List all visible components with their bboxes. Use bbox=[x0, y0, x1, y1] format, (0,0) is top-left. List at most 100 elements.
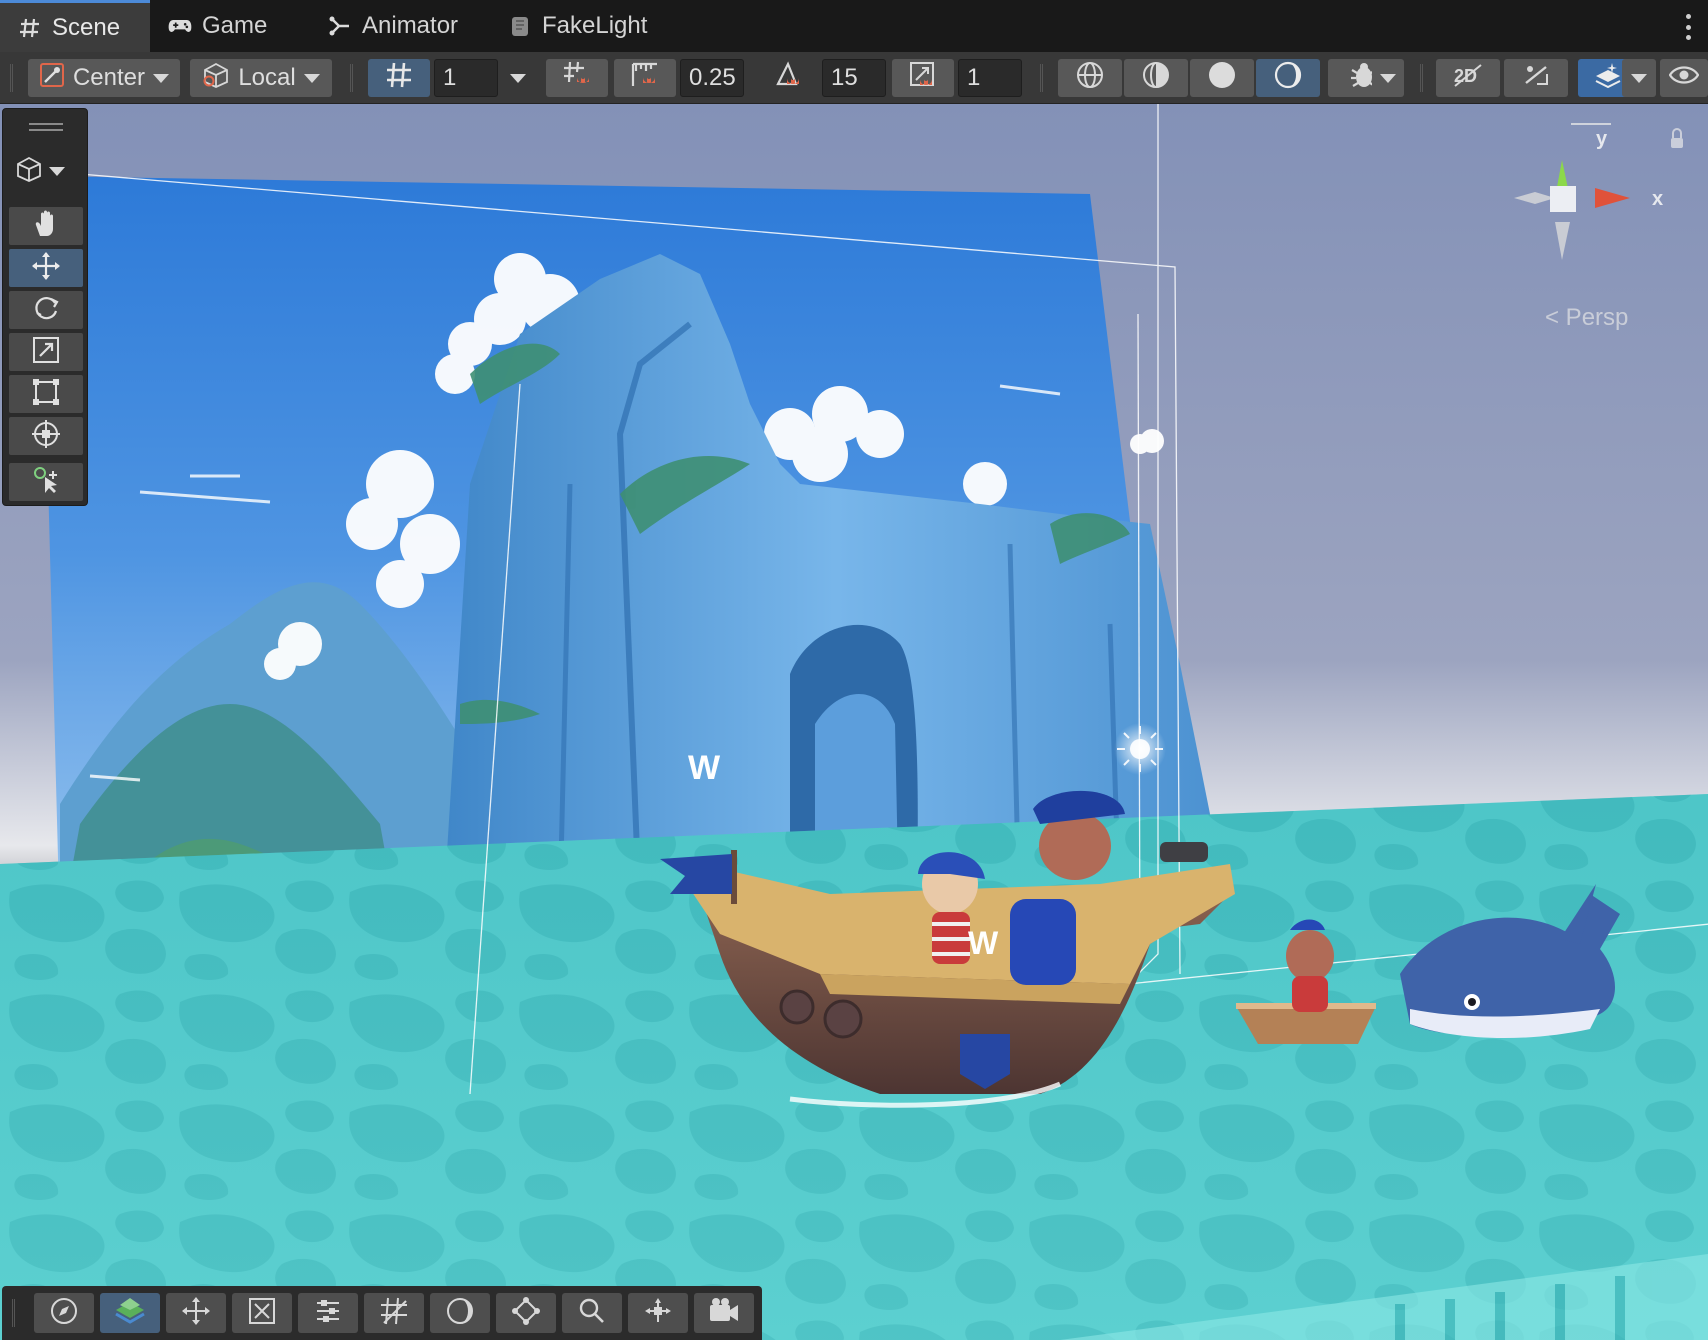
panel-drag-handle[interactable] bbox=[29, 129, 63, 131]
scale-snap-toggle[interactable] bbox=[892, 59, 954, 97]
move-tool[interactable] bbox=[9, 249, 83, 287]
rotate-snap-toggle[interactable] bbox=[758, 59, 820, 97]
view-tool[interactable] bbox=[9, 207, 83, 245]
pivot-mode-label: Center bbox=[72, 64, 146, 91]
scene-render: W W bbox=[0, 104, 1708, 1340]
move-overlay-button[interactable] bbox=[166, 1293, 226, 1333]
chevron-down-icon bbox=[49, 166, 65, 176]
orientation-button[interactable] bbox=[628, 1293, 688, 1333]
animator-branch-icon bbox=[328, 14, 352, 38]
grid-snap-magnet-icon bbox=[562, 60, 592, 97]
grid-visibility-toggle[interactable] bbox=[368, 59, 430, 97]
scene-lighting-toggle[interactable] bbox=[1504, 59, 1568, 97]
toolbar-grip-handle[interactable] bbox=[1040, 64, 1043, 92]
grid-size-value: 1 bbox=[443, 64, 457, 91]
search-icon bbox=[577, 1296, 607, 1331]
toolbar-grip-handle[interactable] bbox=[1420, 64, 1423, 92]
scene-visibility-toggle[interactable] bbox=[1660, 59, 1708, 97]
chevron-down-icon bbox=[510, 73, 526, 83]
gizmo-y-label: y bbox=[1596, 128, 1608, 150]
custom-tool[interactable] bbox=[9, 463, 83, 501]
puzzle-script-icon bbox=[508, 14, 532, 38]
projection-toggle[interactable]: < Persp bbox=[1545, 304, 1628, 332]
tab-animator[interactable]: Animator bbox=[310, 0, 490, 52]
local-cube-icon bbox=[202, 61, 230, 96]
wireframe-sphere-icon bbox=[1075, 60, 1105, 97]
scale-snap-icon bbox=[908, 60, 938, 97]
fit-selection-button[interactable] bbox=[232, 1293, 292, 1333]
navigation-button[interactable] bbox=[34, 1293, 94, 1333]
shaded-sphere-icon bbox=[1207, 60, 1237, 97]
gizmo-x-label: x bbox=[1652, 188, 1664, 210]
increment-snap-toggle[interactable] bbox=[614, 59, 676, 97]
unity-scene-window: Scene Game Animator FakeLight Center Loc… bbox=[0, 0, 1708, 1340]
shaded-wireframe-sphere-icon bbox=[1141, 60, 1171, 97]
eye-icon bbox=[1668, 64, 1700, 93]
tab-game[interactable]: Game bbox=[150, 0, 300, 52]
scene-viewport[interactable]: W W y x < Persp bbox=[0, 104, 1708, 1340]
svg-text:W: W bbox=[688, 749, 721, 787]
overlay-bottom-toolbar bbox=[2, 1286, 762, 1340]
rect-tool[interactable] bbox=[9, 375, 83, 413]
camera-icon bbox=[708, 1297, 740, 1330]
more-options-icon[interactable] bbox=[1684, 14, 1692, 40]
grid-slash-icon bbox=[379, 1296, 409, 1331]
align-button[interactable] bbox=[298, 1293, 358, 1333]
scene-toolbar: Center Local 1 0.25 15 1 2D bbox=[0, 52, 1708, 104]
terrain-layers-button[interactable] bbox=[100, 1293, 160, 1333]
search-button[interactable] bbox=[562, 1293, 622, 1333]
scale-increment-field[interactable]: 1 bbox=[958, 59, 1022, 97]
2d-view-toggle[interactable]: 2D bbox=[1436, 59, 1500, 97]
scale-increment-value: 1 bbox=[967, 64, 981, 91]
axis-arrows-icon bbox=[643, 1296, 673, 1331]
shaded-wireframe-draw-mode-button[interactable] bbox=[1124, 59, 1188, 97]
grid-size-field[interactable]: 1 bbox=[434, 59, 498, 97]
tool-context-dropdown[interactable] bbox=[15, 153, 77, 189]
rotate-icon bbox=[31, 293, 61, 328]
tab-label: FakeLight bbox=[542, 12, 648, 39]
lighting-draw-mode-button[interactable] bbox=[1256, 59, 1320, 97]
tab-scene[interactable]: Scene bbox=[0, 0, 150, 52]
tab-label: Game bbox=[202, 12, 268, 39]
grid-snapping-button[interactable] bbox=[364, 1293, 424, 1333]
toolbar-grip-handle[interactable] bbox=[10, 64, 13, 92]
lighting-overlay-button[interactable] bbox=[430, 1293, 490, 1333]
camera-button[interactable] bbox=[694, 1293, 754, 1333]
pivot-overlay-button[interactable] bbox=[496, 1293, 556, 1333]
cube-outline-icon bbox=[15, 155, 43, 188]
tab-fakelight[interactable]: FakeLight bbox=[490, 0, 670, 52]
shaded-draw-mode-button[interactable] bbox=[1190, 59, 1254, 97]
transform-tool[interactable] bbox=[9, 417, 83, 455]
lit-sphere-icon bbox=[1273, 60, 1303, 97]
lit-sphere-icon bbox=[445, 1296, 475, 1331]
move-arrows-icon bbox=[31, 251, 61, 286]
pivot-rotation-dropdown[interactable]: Local bbox=[190, 59, 332, 97]
tab-label: Animator bbox=[362, 12, 459, 39]
grid-snap-toggle[interactable] bbox=[546, 59, 608, 97]
scale-tool[interactable] bbox=[9, 333, 83, 371]
increment-snap-ruler-icon bbox=[630, 60, 660, 97]
tools-overlay-panel bbox=[2, 108, 88, 506]
chevron-down-icon bbox=[153, 73, 170, 83]
rect-transform-icon bbox=[31, 377, 61, 412]
grid-options-dropdown[interactable] bbox=[502, 59, 534, 97]
rotate-tool[interactable] bbox=[9, 291, 83, 329]
move-increment-field[interactable]: 0.25 bbox=[680, 59, 744, 97]
grid-hash-icon bbox=[385, 61, 413, 96]
pivot-center-icon bbox=[39, 62, 65, 95]
rotate-increment-field[interactable]: 15 bbox=[822, 59, 886, 97]
wireframe-draw-mode-button[interactable] bbox=[1058, 59, 1122, 97]
toolbar-grip-handle[interactable] bbox=[350, 64, 353, 92]
panel-drag-handle[interactable] bbox=[29, 123, 63, 125]
2d-icon: 2D bbox=[1451, 61, 1485, 96]
tab-label: Scene bbox=[52, 13, 121, 41]
effects-layers-icon bbox=[1593, 60, 1623, 97]
scene-effects-arrow[interactable] bbox=[1622, 59, 1656, 97]
toolbar-grip-handle[interactable] bbox=[12, 1299, 15, 1327]
compass-icon bbox=[49, 1296, 79, 1331]
layers-terrain-icon bbox=[113, 1296, 147, 1331]
pivot-rotation-label: Local bbox=[238, 64, 296, 91]
move-arrows-icon bbox=[181, 1296, 211, 1331]
pivot-mode-dropdown[interactable]: Center bbox=[28, 59, 180, 97]
debug-draw-mode-arrow[interactable] bbox=[1372, 59, 1404, 97]
